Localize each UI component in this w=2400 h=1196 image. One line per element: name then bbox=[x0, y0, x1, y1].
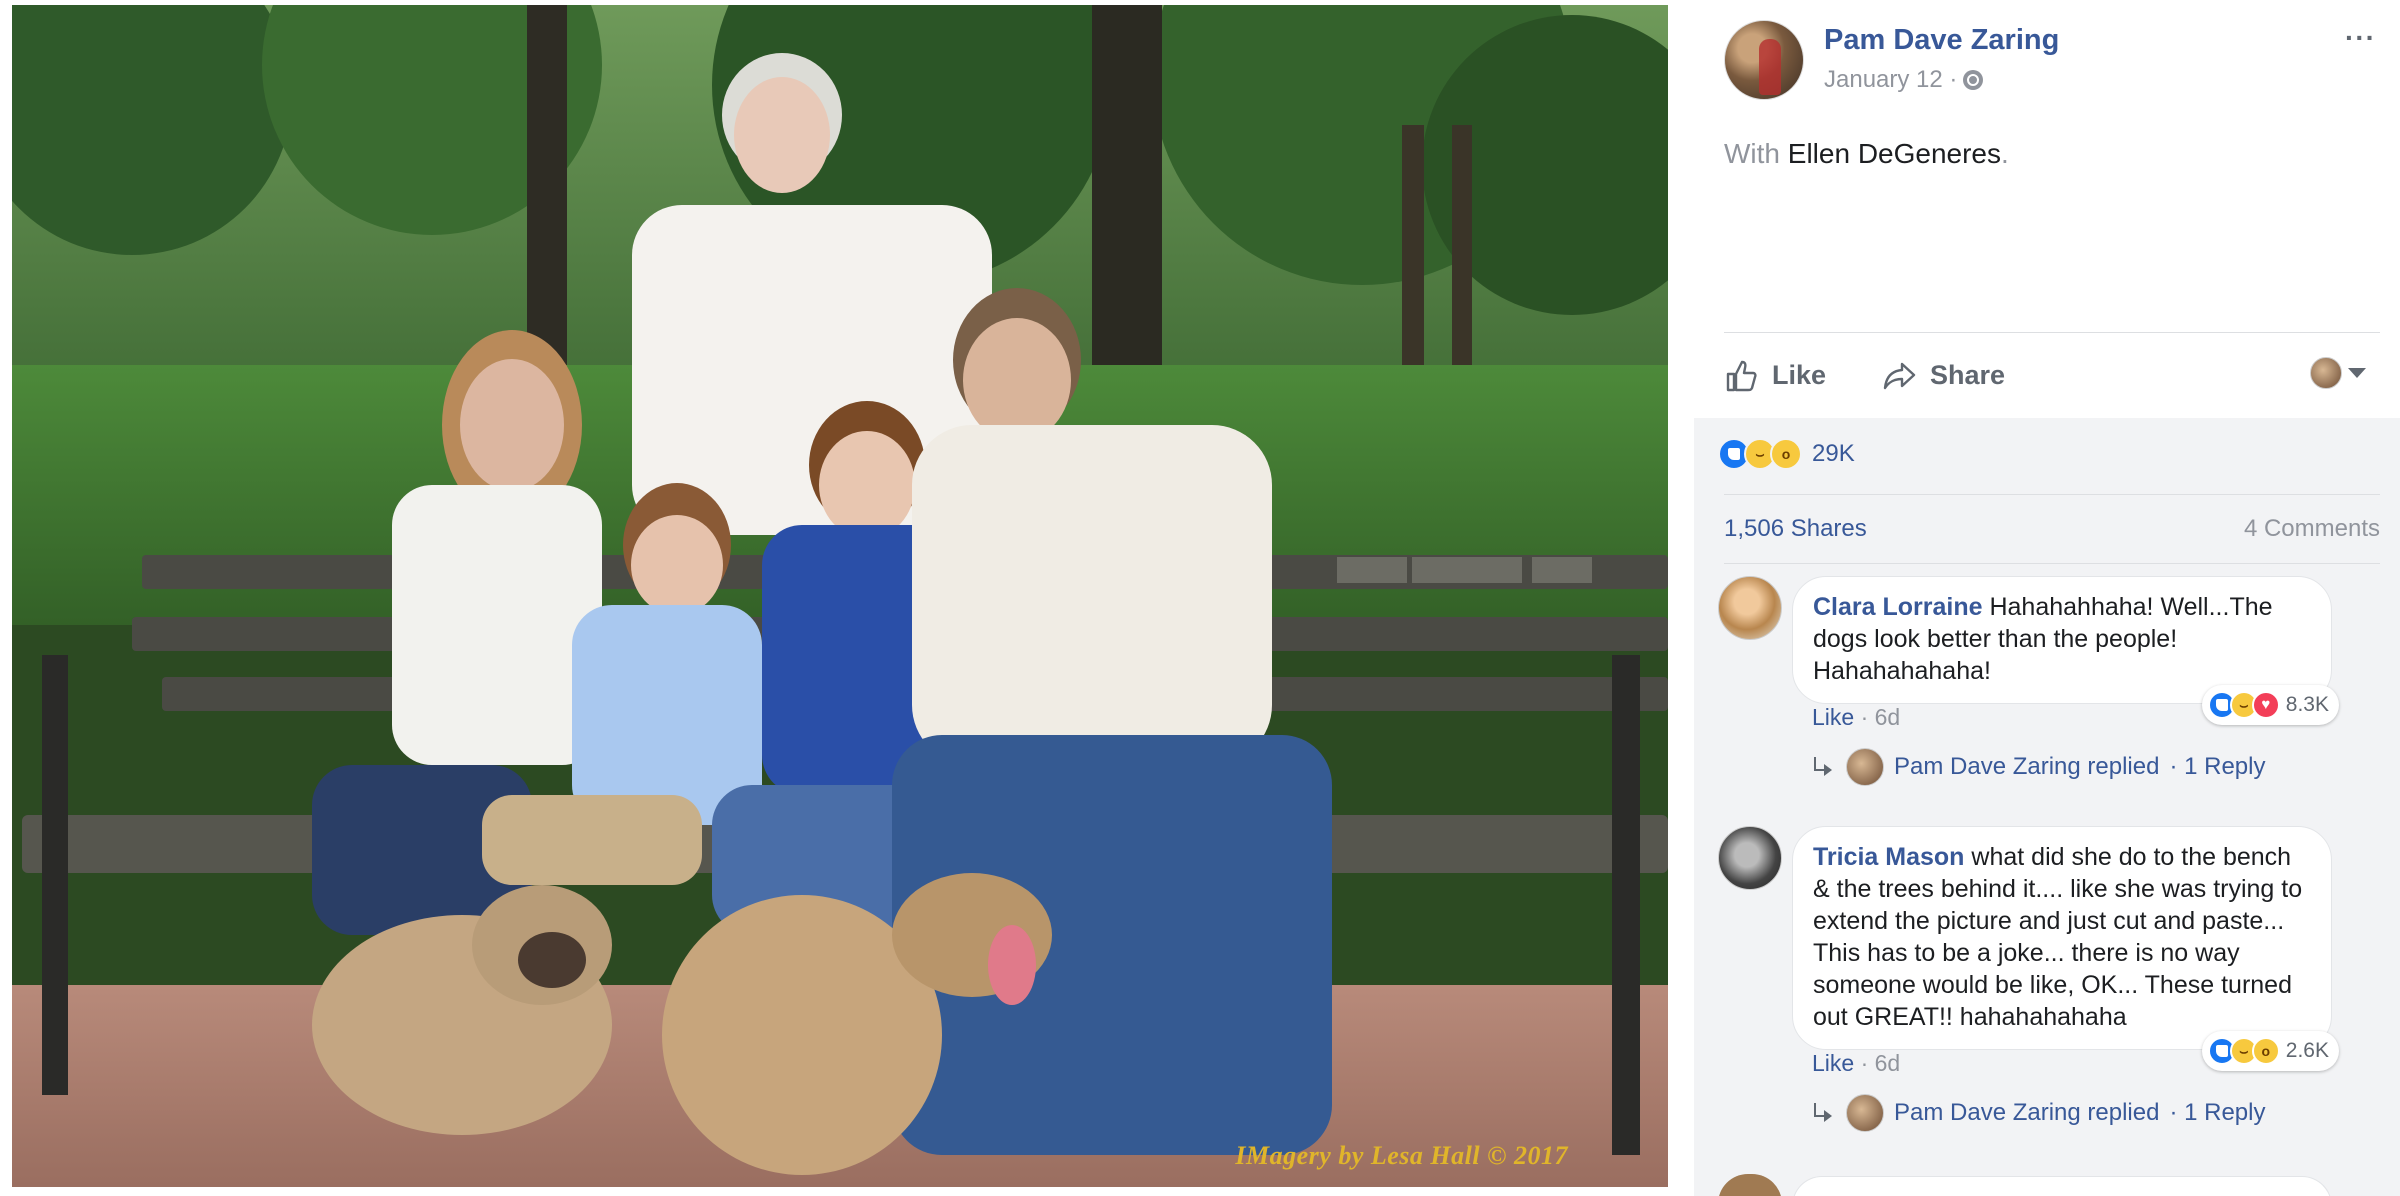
family-photo-illustration bbox=[12, 5, 1668, 1187]
reply-author: Pam Dave Zaring replied bbox=[1894, 1099, 2160, 1126]
wow-reaction-icon: o bbox=[2251, 1037, 2280, 1065]
thumbs-up-icon bbox=[1726, 360, 1757, 391]
globe-icon[interactable] bbox=[1963, 70, 1984, 90]
comment-bubble: Tricia Mason what did she do to the benc… bbox=[1792, 826, 2339, 1071]
family-photo[interactable]: IMagery by Lesa Hall © 2017 bbox=[12, 5, 1668, 1187]
post-caption: With Ellen DeGeneres. bbox=[1724, 138, 2009, 170]
view-replies-link[interactable]: Pam Dave Zaring replied · 1 Reply bbox=[1812, 1094, 2266, 1132]
feedback-section: ⌣ o 29K 1,506 Shares 4 Comments Clara Lo… bbox=[1694, 418, 2400, 1196]
comment-text: what did she do to the bench & the trees… bbox=[1813, 843, 2303, 1031]
comment-reaction-count: 8.3K bbox=[2285, 693, 2329, 716]
view-replies-link[interactable]: Pam Dave Zaring replied · 1 Reply bbox=[1812, 748, 2266, 786]
post-stats: 1,506 Shares 4 Comments bbox=[1724, 494, 2380, 564]
share-button[interactable]: Share bbox=[1882, 358, 2005, 394]
more-options-button[interactable]: ··· bbox=[2345, 22, 2376, 54]
replier-avatar bbox=[1846, 748, 1884, 786]
author-name[interactable]: Pam Dave Zaring bbox=[1824, 24, 2059, 57]
post-sidebar: Pam Dave Zaring January 12 · ··· With El… bbox=[1694, 0, 2400, 1196]
comments-count-link[interactable]: 4 Comments bbox=[2244, 515, 2380, 543]
share-arrow-icon bbox=[1883, 362, 1916, 389]
shares-count-link[interactable]: 1,506 Shares bbox=[1724, 515, 1867, 543]
with-label: With bbox=[1724, 138, 1780, 169]
replier-avatar bbox=[1846, 1094, 1884, 1132]
author-avatar[interactable] bbox=[1724, 20, 1804, 100]
reply-arrow-icon bbox=[1812, 757, 1836, 777]
post-date[interactable]: January 12 · bbox=[1824, 66, 1957, 94]
comment-reactions[interactable]: ⌣ o 2.6K bbox=[2201, 1031, 2339, 1071]
wow-reaction-icon: o bbox=[1770, 438, 1802, 470]
commenter-avatar[interactable] bbox=[1718, 576, 1782, 640]
caption-period: . bbox=[2001, 138, 2009, 169]
commenter-avatar[interactable] bbox=[1718, 1174, 1782, 1196]
comment-like-link[interactable]: Like bbox=[1812, 704, 1854, 730]
photo-viewer: IMagery by Lesa Hall © 2017 bbox=[0, 0, 1684, 1196]
comment-time[interactable]: · 6d bbox=[1861, 1050, 1901, 1076]
reply-count: · 1 Reply bbox=[2169, 753, 2266, 780]
photo-watermark: IMagery by Lesa Hall © 2017 bbox=[1235, 1141, 1568, 1170]
post-header: Pam Dave Zaring January 12 · ··· bbox=[1694, 0, 2400, 130]
viewer-avatar bbox=[2310, 357, 2342, 389]
like-button[interactable]: Like bbox=[1724, 358, 1826, 394]
like-label: Like bbox=[1772, 360, 1827, 390]
commenter-name[interactable]: Clara Lorraine bbox=[1813, 593, 1983, 621]
chevron-down-icon bbox=[2348, 368, 2366, 378]
comment-reactions[interactable]: ⌣ 8.3K bbox=[2201, 685, 2339, 725]
share-label: Share bbox=[1930, 360, 2006, 390]
reply-count: · 1 Reply bbox=[2169, 1099, 2266, 1126]
reaction-audience-selector[interactable] bbox=[2310, 357, 2366, 389]
comment-reaction-count: 2.6K bbox=[2285, 1039, 2329, 1062]
love-reaction-icon bbox=[2251, 691, 2280, 719]
comment-like-link[interactable]: Like bbox=[1812, 1050, 1854, 1076]
post-reactions-summary[interactable]: ⌣ o 29K bbox=[1718, 438, 1855, 470]
post-meta: January 12 · bbox=[1824, 66, 1984, 94]
comment-bubble bbox=[1792, 1176, 2332, 1196]
reply-arrow-icon bbox=[1812, 1103, 1836, 1123]
comment-actions: Like · 6d bbox=[1812, 1050, 1900, 1077]
comment-actions: Like · 6d bbox=[1812, 704, 1900, 731]
post-action-bar: Like Share bbox=[1724, 332, 2380, 418]
commenter-name[interactable]: Tricia Mason bbox=[1813, 843, 1964, 871]
commenter-avatar[interactable] bbox=[1718, 826, 1782, 890]
tagged-user-link[interactable]: Ellen DeGeneres bbox=[1788, 138, 2001, 169]
comment-bubble: Clara Lorraine Hahahahhaha! Well...The d… bbox=[1792, 576, 2339, 725]
comment-time[interactable]: · 6d bbox=[1861, 704, 1901, 730]
reaction-count[interactable]: 29K bbox=[1812, 440, 1855, 468]
reply-author: Pam Dave Zaring replied bbox=[1894, 753, 2160, 780]
